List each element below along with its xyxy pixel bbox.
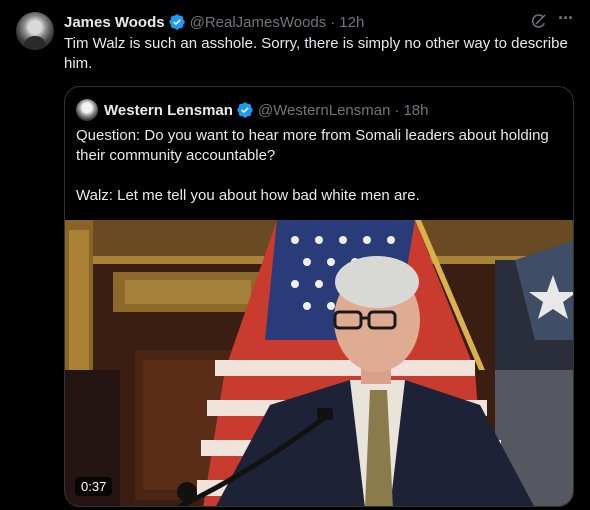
quoted-tweet-header: Western Lensman @WesternLensman · 18h xyxy=(104,100,428,120)
tweet-text: Tim Walz is such an asshole. Sorry, ther… xyxy=(64,35,568,72)
author-name[interactable]: James Woods xyxy=(64,14,165,31)
video-duration: 0:37 xyxy=(75,477,113,496)
video-player[interactable]: 0:37 xyxy=(65,220,573,506)
tweet-header: James Woods @RealJamesWoods · 12h xyxy=(64,12,364,32)
separator-dot: · xyxy=(330,13,336,31)
quoted-author-name[interactable]: Western Lensman xyxy=(104,102,233,119)
video-frame xyxy=(65,220,573,506)
verified-badge-icon xyxy=(168,14,185,30)
author-handle[interactable]: @RealJamesWoods xyxy=(190,14,327,31)
quoted-author-handle[interactable]: @WesternLensman xyxy=(258,102,391,119)
quoted-tweet-time[interactable]: 18h xyxy=(403,102,428,119)
more-icon[interactable]: ··· xyxy=(558,9,574,29)
verified-badge-icon xyxy=(237,102,253,118)
separator-dot: · xyxy=(394,101,400,119)
author-avatar[interactable] xyxy=(16,12,54,50)
tweet[interactable]: James Woods @RealJamesWoods · 12h ··· Ti… xyxy=(0,0,590,510)
grok-icon[interactable] xyxy=(530,12,548,30)
quoted-author-avatar[interactable] xyxy=(76,99,98,121)
quoted-tweet[interactable]: Western Lensman @WesternLensman · 18h Qu… xyxy=(64,86,574,507)
quoted-tweet-text: Question: Do you want to hear more from … xyxy=(76,127,549,204)
tweet-time[interactable]: 12h xyxy=(339,14,364,31)
